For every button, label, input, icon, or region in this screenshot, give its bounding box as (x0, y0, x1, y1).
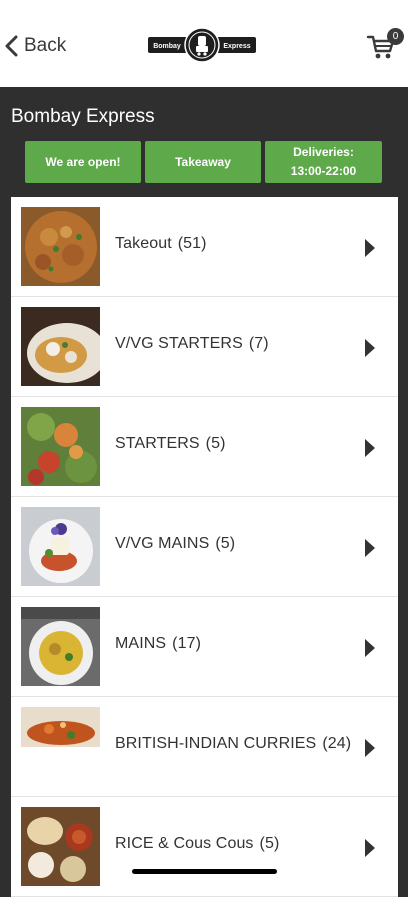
back-label: Back (24, 35, 67, 56)
chevron-right-icon (365, 839, 375, 857)
chevron-right-icon (365, 239, 375, 257)
chevron-right-icon (365, 339, 375, 357)
category-title: STARTERS (5) (115, 435, 226, 453)
chevron-right-icon (365, 639, 375, 657)
rice-breads-image (21, 807, 100, 886)
home-indicator[interactable] (132, 869, 277, 874)
logo-text-right: Express (223, 43, 250, 50)
category-row-starters[interactable]: STARTERS (5) (11, 397, 398, 497)
cart-button[interactable]: 0 (366, 28, 406, 62)
category-count: (5) (205, 435, 226, 452)
category-title: Takeout (51) (115, 235, 207, 253)
bombay-express-logo: Bombay Express (148, 27, 256, 63)
category-label: V/VG MAINS (115, 535, 210, 552)
category-row-british-indian-curries[interactable]: BRITISH-INDIAN CURRIES (24) (11, 697, 398, 797)
curry-bowl-image (21, 207, 100, 286)
salad-starter-image (21, 407, 100, 486)
category-count: (5) (215, 535, 236, 552)
curry-dish-image (21, 707, 100, 786)
chevron-left-icon (5, 35, 18, 57)
restaurant-name: Bombay Express (11, 106, 155, 127)
category-row-takeout[interactable]: Takeout (51) (11, 197, 398, 297)
plated-main-image (21, 507, 100, 586)
delivery-hours-label: Deliveries: (293, 145, 354, 159)
category-title: V/VG STARTERS (7) (115, 335, 269, 353)
category-count: (7) (248, 335, 269, 352)
category-count: (51) (177, 235, 207, 252)
category-title: BRITISH-INDIAN CURRIES (24) (115, 735, 351, 753)
category-count: (17) (172, 635, 202, 652)
logo-text-left: Bombay (153, 43, 181, 50)
category-count: (5) (259, 835, 280, 852)
top-navigation-bar: Back Bombay Express 0 (0, 0, 408, 87)
yellow-curry-image (21, 607, 100, 686)
category-label: STARTERS (115, 435, 200, 452)
category-row-mains[interactable]: MAINS (17) (11, 597, 398, 697)
category-title: MAINS (17) (115, 635, 201, 653)
category-title: V/VG MAINS (5) (115, 535, 235, 553)
delivery-hours-badge: Deliveries: 13:00-22:00 (265, 141, 382, 183)
chevron-right-icon (365, 739, 375, 757)
category-label: BRITISH-INDIAN CURRIES (115, 735, 317, 752)
category-row-rice-cous-cous[interactable]: RICE & Cous Cous (5) (11, 797, 398, 897)
order-mode-text: Takeaway (175, 154, 231, 169)
open-status-badge: We are open! (25, 141, 141, 183)
back-button[interactable]: Back (2, 32, 66, 60)
category-label: RICE & Cous Cous (115, 835, 254, 852)
chevron-right-icon (365, 439, 375, 457)
open-status-text: We are open! (45, 154, 121, 169)
category-label: Takeout (115, 235, 172, 252)
category-list: Takeout (51) V/VG STARTERS (7) STARTERS … (11, 197, 398, 897)
delivery-hours-value: 13:00-22:00 (290, 164, 357, 178)
category-label: MAINS (115, 635, 167, 652)
order-mode-badge: Takeaway (145, 141, 261, 183)
category-label: V/VG STARTERS (115, 335, 243, 352)
chevron-right-icon (365, 539, 375, 557)
cart-count-badge: 0 (387, 28, 404, 45)
category-row-vvg-starters[interactable]: V/VG STARTERS (7) (11, 297, 398, 397)
category-title: RICE & Cous Cous (5) (115, 835, 279, 853)
category-row-vvg-mains[interactable]: V/VG MAINS (5) (11, 497, 398, 597)
starter-plate-image (21, 307, 100, 386)
category-count: (24) (322, 735, 352, 752)
